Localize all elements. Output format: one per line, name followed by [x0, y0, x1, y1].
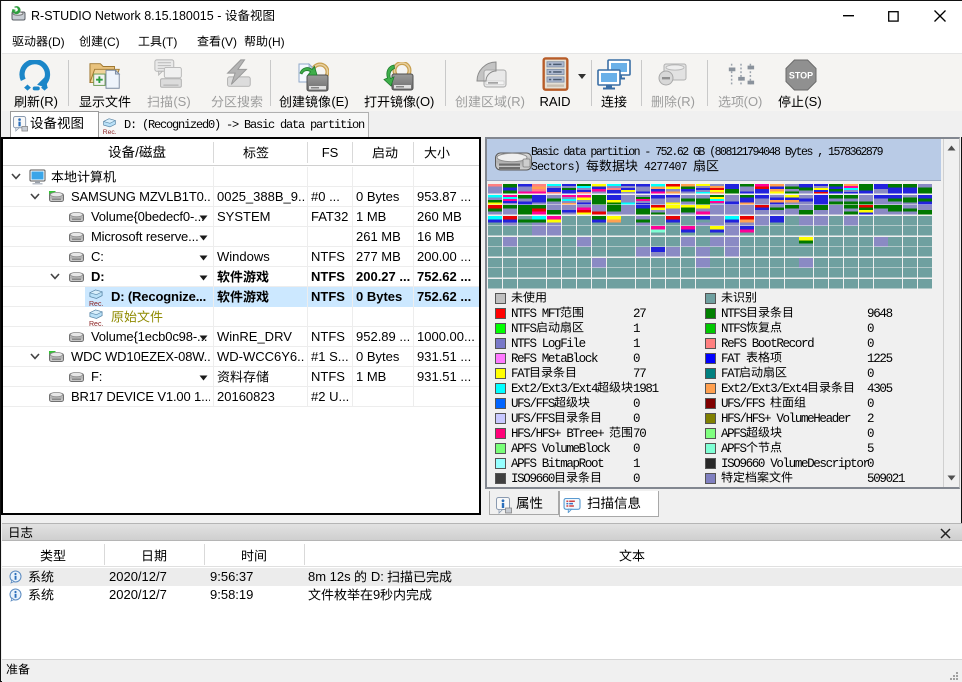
svg-text:STOP: STOP	[789, 71, 813, 81]
svg-text:Rec.: Rec.	[103, 129, 117, 135]
